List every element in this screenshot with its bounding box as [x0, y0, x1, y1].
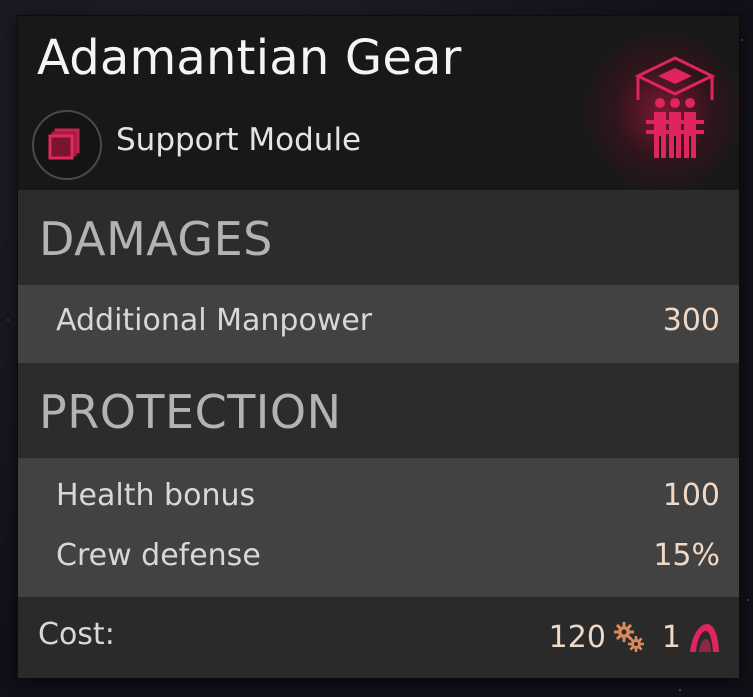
stat-row: Crew defense 15%	[18, 538, 739, 578]
stat-name: Additional Manpower	[56, 303, 373, 338]
tooltip-header: Adamantian Gear Support Module	[18, 16, 739, 196]
section-title-text: PROTECTION	[39, 385, 342, 439]
cost-label: Cost:	[38, 617, 115, 652]
protection-stats: Health bonus 100 Crew defense 15%	[18, 458, 739, 597]
damages-stats: Additional Manpower 300	[18, 285, 739, 363]
section-damages-title: DAMAGES	[18, 190, 739, 285]
support-module-icon	[32, 110, 102, 180]
cost-values: 120 1	[549, 615, 721, 659]
stat-name: Crew defense	[56, 538, 261, 573]
section-title-text: DAMAGES	[39, 212, 273, 266]
adamantian-gear-icon	[634, 56, 716, 158]
stat-value: 300	[662, 303, 720, 338]
resource-cost: 120	[548, 619, 606, 655]
gear-resource-icon	[613, 622, 644, 652]
crew-cost: 1	[661, 619, 681, 655]
stat-value: 100	[662, 478, 720, 513]
stat-value: 15%	[653, 538, 720, 573]
stat-name: Health bonus	[56, 478, 256, 513]
crew-arch-icon	[690, 624, 719, 652]
section-protection-title: PROTECTION	[18, 363, 739, 458]
cost-bar: Cost: 120 1	[18, 597, 739, 678]
item-title: Adamantian Gear	[37, 30, 462, 86]
module-type-label: Support Module	[116, 122, 362, 158]
stat-row: Health bonus 100	[18, 478, 739, 518]
stat-row: Additional Manpower 300	[18, 303, 739, 343]
item-tooltip: Adamantian Gear Support Module DAMAGES A…	[18, 16, 739, 678]
